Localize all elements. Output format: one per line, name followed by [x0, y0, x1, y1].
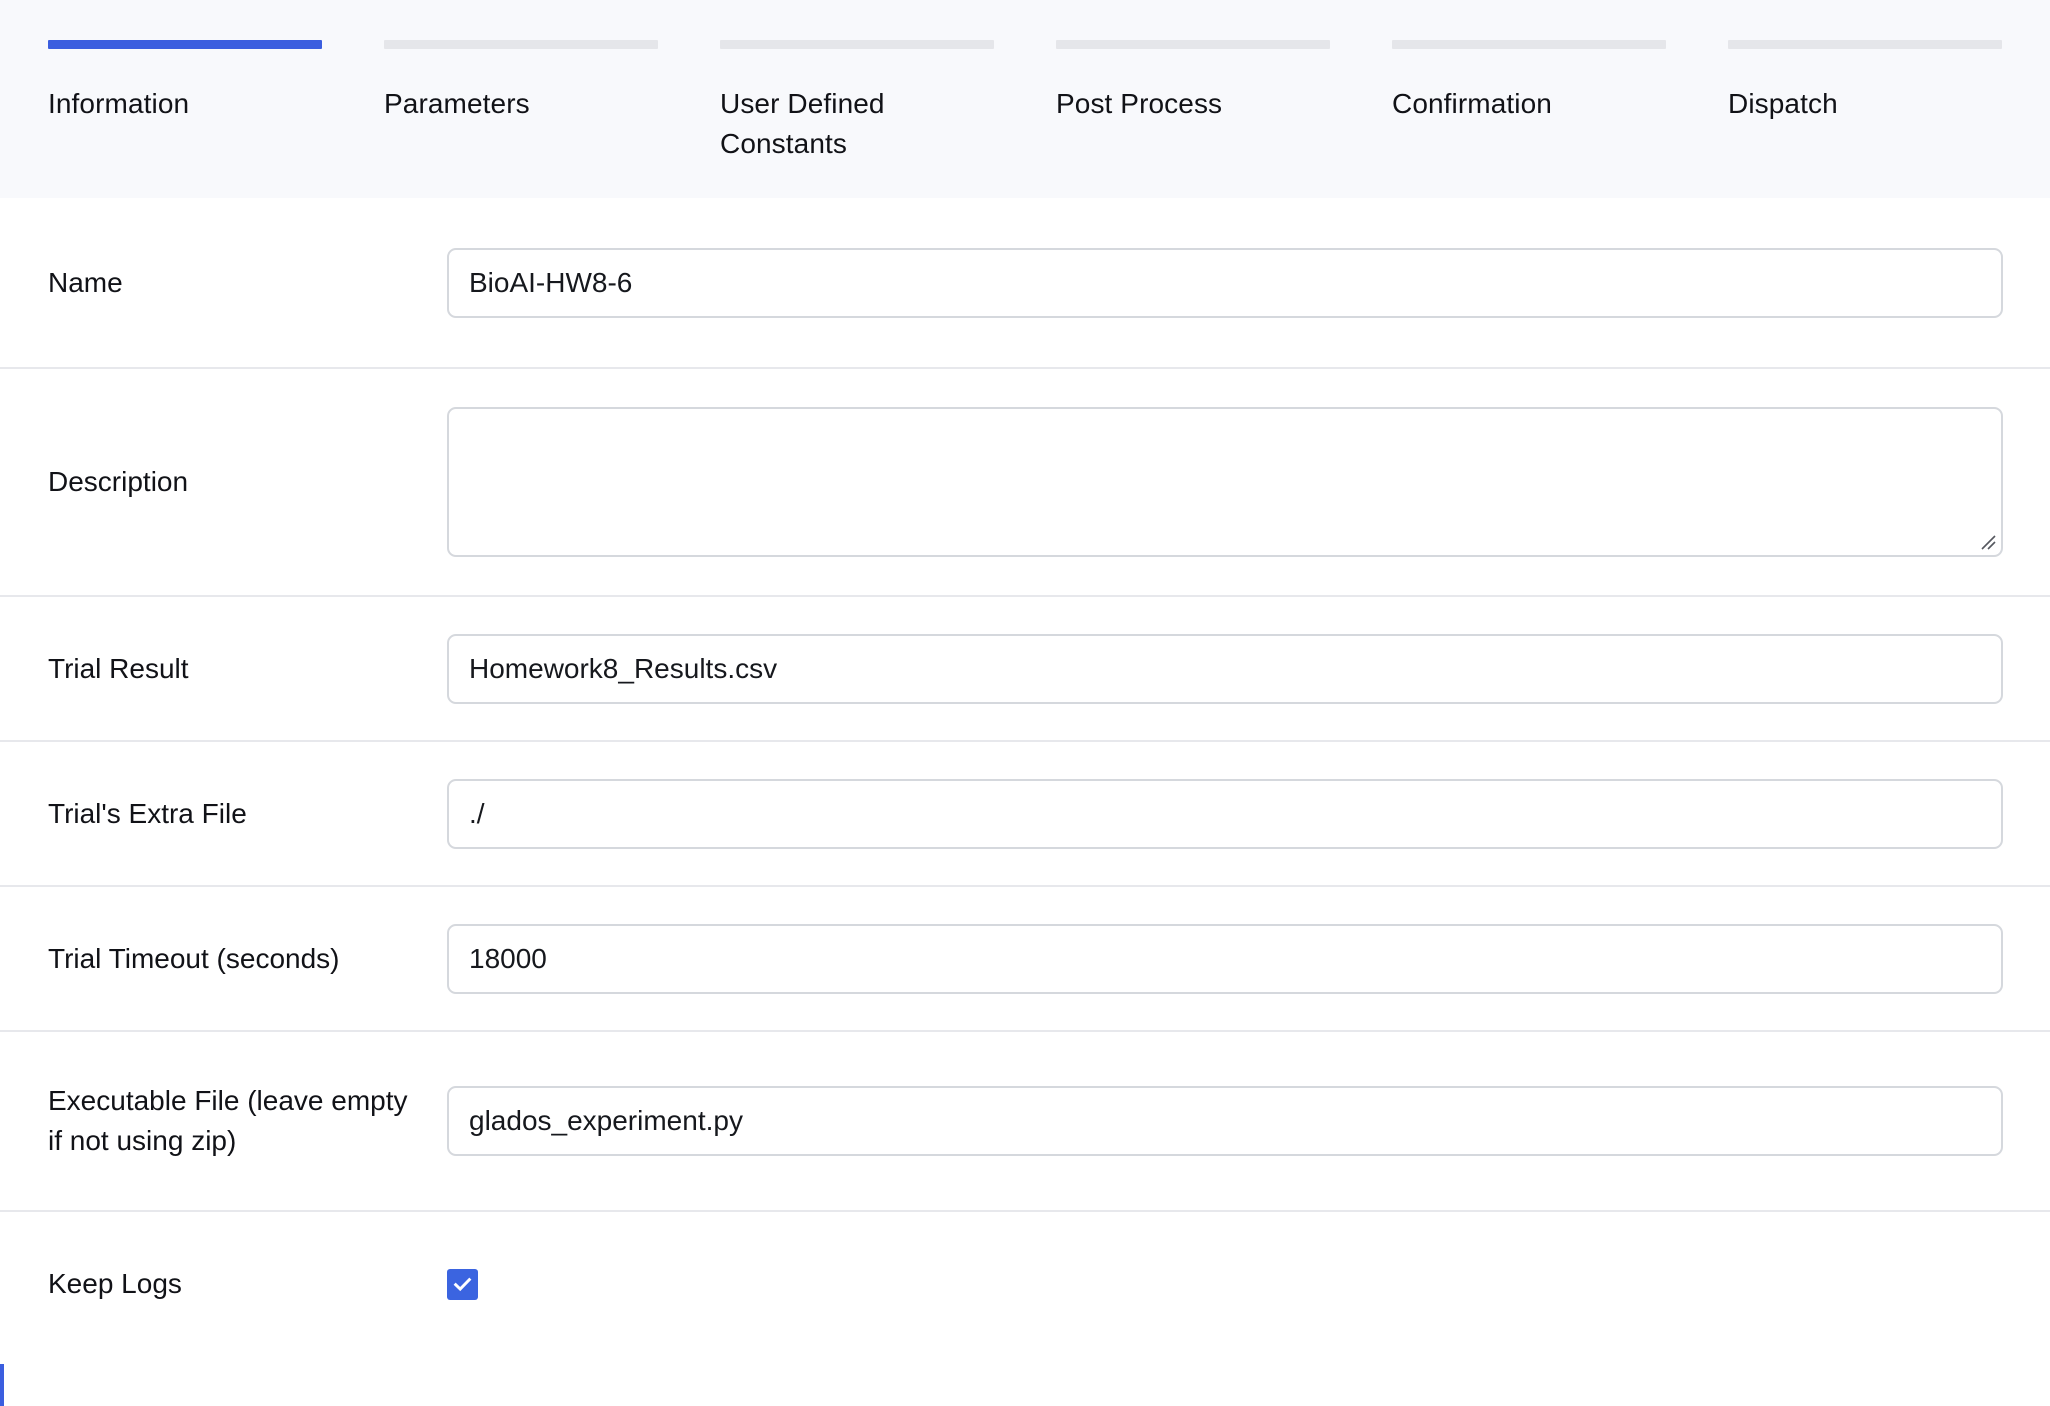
- information-form: Name BioAI-HW8-6 Description Trial Resul…: [0, 198, 2050, 1356]
- control-description: [447, 407, 2003, 557]
- step-confirmation[interactable]: Confirmation: [1392, 0, 1666, 124]
- step-label: Parameters: [384, 88, 530, 119]
- control-executable-file: glados_experiment.py: [447, 1086, 2003, 1156]
- step-user-defined-constants[interactable]: User Defined Constants: [720, 0, 994, 164]
- step-parameters[interactable]: Parameters: [384, 0, 658, 124]
- step-post-process[interactable]: Post Process: [1056, 0, 1330, 124]
- form-row-keep-logs: Keep Logs: [0, 1212, 2050, 1356]
- control-name: BioAI-HW8-6: [447, 247, 2003, 318]
- step-dispatch[interactable]: Dispatch: [1728, 0, 2002, 124]
- control-keep-logs: [447, 1268, 2003, 1300]
- control-trial-extra-file: ./: [447, 778, 2003, 849]
- step-indicator-bar: [1056, 40, 1330, 49]
- step-label: User Defined Constants: [720, 88, 885, 159]
- trial-result-input[interactable]: Homework8_Results.csv: [447, 633, 2003, 704]
- wizard-page: Information Parameters User Defined Cons…: [0, 0, 2050, 1406]
- form-row-trial-timeout: Trial Timeout (seconds) 18000: [0, 887, 2050, 1032]
- label-keep-logs: Keep Logs: [48, 1268, 182, 1299]
- label-trial-result: Trial Result: [48, 652, 189, 684]
- trial-timeout-input[interactable]: 18000: [447, 923, 2003, 994]
- control-trial-result: Homework8_Results.csv: [447, 633, 2003, 704]
- step-indicator-bar: [48, 40, 322, 49]
- description-textarea[interactable]: [447, 407, 2003, 557]
- step-label: Information: [48, 88, 190, 119]
- executable-file-input[interactable]: glados_experiment.py: [447, 1086, 2003, 1156]
- step-indicator-bar: [384, 40, 658, 49]
- form-row-description: Description: [0, 369, 2050, 597]
- step-label: Dispatch: [1728, 88, 1838, 119]
- step-indicator-bar: [720, 40, 994, 49]
- step-indicator-bar: [1728, 40, 2002, 49]
- label-trial-timeout: Trial Timeout (seconds): [48, 942, 340, 974]
- step-information[interactable]: Information: [48, 0, 322, 124]
- step-label: Confirmation: [1392, 88, 1552, 119]
- form-row-trial-extra-file: Trial's Extra File ./: [0, 742, 2050, 887]
- form-row-name: Name BioAI-HW8-6: [0, 198, 2050, 369]
- step-label: Post Process: [1056, 88, 1223, 119]
- label-name: Name: [48, 266, 123, 298]
- wizard-stepper: Information Parameters User Defined Cons…: [0, 0, 2050, 198]
- label-executable-file: Executable File (leave empty if not usin…: [48, 1085, 408, 1156]
- form-row-executable-file: Executable File (leave empty if not usin…: [0, 1032, 2050, 1212]
- label-description: Description: [48, 466, 189, 497]
- step-indicator-bar: [1392, 40, 1666, 49]
- label-trial-extra-file: Trial's Extra File: [48, 797, 247, 829]
- trial-extra-file-input[interactable]: ./: [447, 778, 2003, 849]
- name-input[interactable]: BioAI-HW8-6: [447, 247, 2003, 318]
- keep-logs-checkbox[interactable]: [447, 1268, 478, 1300]
- check-icon: [453, 1277, 472, 1291]
- resize-grip-icon[interactable]: [1978, 532, 1996, 550]
- form-row-trial-result: Trial Result Homework8_Results.csv: [0, 597, 2050, 742]
- control-trial-timeout: 18000: [447, 923, 2003, 994]
